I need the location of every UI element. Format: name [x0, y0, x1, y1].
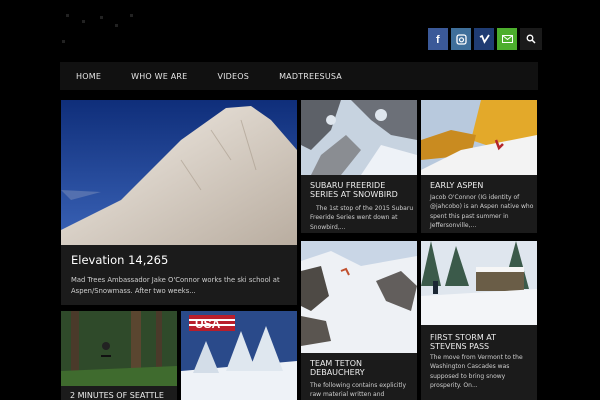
post-excerpt: Jacob O'Connor (IG identity of @jahcobo)…: [430, 194, 534, 229]
facebook-icon[interactable]: f: [428, 28, 448, 50]
svg-text:f: f: [436, 34, 440, 45]
search-icon[interactable]: [520, 28, 542, 50]
post-title[interactable]: Elevation 14,265: [71, 253, 168, 267]
post-image-forest-biker[interactable]: [61, 311, 177, 386]
post-excerpt: The 1st stop of the 2015 Subaru Freeride…: [310, 205, 414, 231]
instagram-icon[interactable]: [451, 28, 471, 50]
nav-who-we-are[interactable]: WHO WE ARE: [131, 72, 187, 81]
post-excerpt: The move from Vermont to the Washington …: [430, 354, 523, 389]
vimeo-icon[interactable]: [474, 28, 494, 50]
post-title[interactable]: FIRST STORM AT STEVENS PASS: [430, 333, 534, 351]
social-links: f: [428, 28, 542, 50]
post-title[interactable]: SUBARU FREERIDE SERIES AT SNOWBIRD: [310, 181, 414, 199]
post-tile-teton[interactable]: TEAM TETON DEBAUCHERY The following cont…: [301, 241, 417, 400]
post-image-mountain[interactable]: [61, 100, 297, 245]
post-title[interactable]: TEAM TETON DEBAUCHERY: [310, 359, 414, 377]
post-title[interactable]: EARLY ASPEN: [430, 181, 534, 190]
post-image-rocky-slope[interactable]: [301, 100, 417, 175]
post-excerpt: Mad Trees Ambassador Jake O'Connor works…: [71, 276, 280, 295]
email-icon[interactable]: [497, 28, 517, 50]
post-image-usa-snow-trees[interactable]: USA: [181, 311, 297, 400]
nav-videos[interactable]: VIDEOS: [217, 72, 249, 81]
nav-madtreesusa[interactable]: MADTREESUSA: [279, 72, 342, 81]
post-tile-elevation[interactable]: Elevation 14,265 Mad Trees Ambassador Ja…: [61, 100, 297, 305]
post-image-snowy-cliffs[interactable]: [301, 241, 417, 353]
post-tile-aspen[interactable]: EARLY ASPEN Jacob O'Connor (IG identity …: [421, 100, 537, 233]
post-excerpt: The following contains explicitly raw ma…: [310, 382, 407, 399]
post-tile-subaru[interactable]: SUBARU FREERIDE SERIES AT SNOWBIRD The 1…: [301, 100, 417, 233]
post-image-aspen-skier[interactable]: [421, 100, 537, 175]
main-nav: HOME WHO WE ARE VIDEOS MADTREESUSA: [60, 62, 538, 90]
post-title[interactable]: 2 MINUTES OF SEATTLE: [70, 391, 174, 400]
post-tile-storm[interactable]: FIRST STORM AT STEVENS PASS The move fro…: [421, 241, 537, 400]
post-tile-seattle[interactable]: 2 MINUTES OF SEATTLE: [61, 311, 177, 400]
post-image-snowed-camper[interactable]: [421, 241, 537, 325]
site-logo[interactable]: [60, 10, 150, 50]
usa-flag-text: USA: [195, 317, 221, 331]
nav-home[interactable]: HOME: [76, 72, 101, 81]
post-tile-usa[interactable]: USA: [181, 311, 297, 400]
